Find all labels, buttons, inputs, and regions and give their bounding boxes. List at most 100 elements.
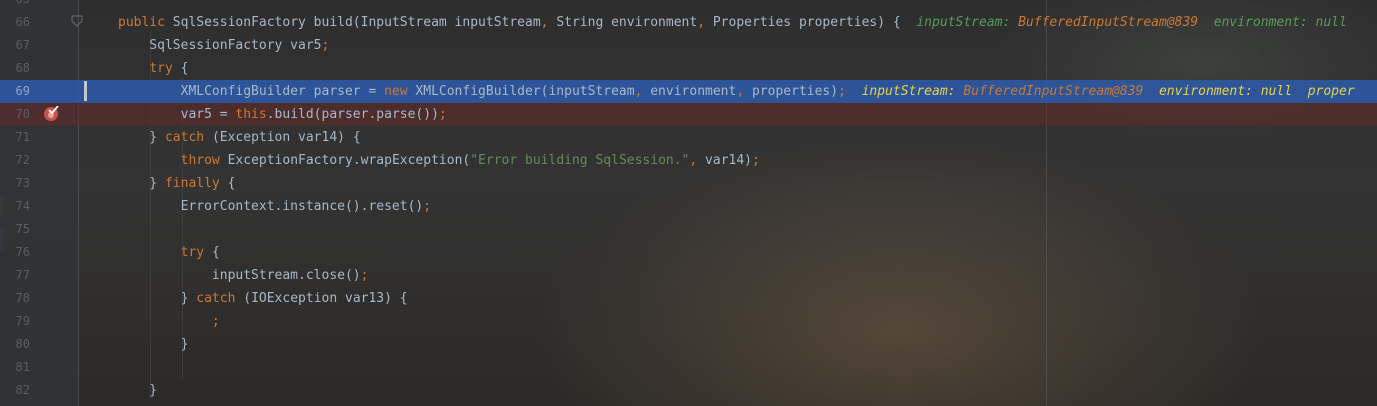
code-line[interactable]: 72 throw ExceptionFactory.wrapException(… <box>0 149 1377 172</box>
code-text[interactable]: } finally { <box>118 172 235 195</box>
line-number: 70 <box>15 107 30 121</box>
code-line[interactable]: 65 <box>0 0 1377 11</box>
inline-debug-value: inputStream: <box>861 84 964 99</box>
code-token: XMLConfigBuilder(inputStream <box>415 84 635 99</box>
code-line[interactable]: 74 ErrorContext.instance().reset(); <box>0 195 1377 218</box>
code-text[interactable]: try { <box>118 241 220 264</box>
code-token: ErrorContext.instance().reset() <box>118 199 424 214</box>
execution-point-marker <box>84 81 87 101</box>
code-token: Properties properties) { <box>712 15 917 30</box>
code-line[interactable]: 68 try { <box>0 57 1377 80</box>
code-token: catch <box>164 130 212 145</box>
code-text[interactable]: } <box>118 379 157 402</box>
code-text[interactable]: throw ExceptionFactory.wrapException("Er… <box>118 149 760 172</box>
line-number: 66 <box>15 15 30 29</box>
code-line[interactable]: 66 public SqlSessionFactory build(InputSt… <box>0 11 1377 34</box>
inline-debug-value: environment: null proper <box>1143 84 1355 99</box>
code-token: this <box>235 107 267 122</box>
inline-debug-value: inputStream: <box>916 15 1019 30</box>
code-token: , <box>697 15 713 30</box>
line-number: 77 <box>15 268 30 282</box>
code-text[interactable]: public SqlSessionFactory build(InputStre… <box>118 11 1347 34</box>
code-token: } <box>118 337 189 352</box>
code-token: catch <box>196 291 244 306</box>
line-number: 81 <box>15 360 30 374</box>
code-token: var14) <box>705 153 753 168</box>
line-number: 80 <box>15 337 30 351</box>
line-number: 68 <box>15 61 30 75</box>
line-number: 74 <box>15 199 30 213</box>
breakpoint-line[interactable]: 70 var5 = this.build(parser.parse()); <box>0 103 1377 126</box>
code-token: { <box>211 245 220 260</box>
fold-marker-icon[interactable] <box>71 15 83 27</box>
code-token: environment <box>650 84 737 99</box>
code-token: , <box>540 15 557 30</box>
code-token: (IOException var13) { <box>243 291 408 306</box>
code-token: } <box>118 130 165 145</box>
inline-debug-value: environment: null <box>1198 15 1347 30</box>
code-token: .build(parser.parse()) <box>266 107 439 122</box>
current-execution-line[interactable]: 69 XMLConfigBuilder parser = new XMLConf… <box>0 80 1377 103</box>
code-token: ; <box>321 38 330 53</box>
code-line[interactable]: 78 } catch (IOException var13) { <box>0 287 1377 310</box>
line-number: 76 <box>15 245 30 259</box>
code-text[interactable]: } catch (Exception var14) { <box>118 126 361 149</box>
code-token: ExceptionFactory.wrapException( <box>227 153 471 168</box>
line-number: 72 <box>15 153 30 167</box>
code-token: "Error building SqlSession." <box>470 153 690 168</box>
code-text[interactable]: ; <box>118 310 220 333</box>
code-line[interactable]: 76 try { <box>0 241 1377 264</box>
code-token: (Exception var14) { <box>211 130 361 145</box>
code-line[interactable]: 81 <box>0 356 1377 379</box>
code-text[interactable]: } catch (IOException var13) { <box>118 287 408 310</box>
breakpoint-check-icon[interactable] <box>43 106 59 122</box>
code-token: try <box>149 61 181 76</box>
code-line[interactable]: 80 } <box>0 333 1377 356</box>
code-token: , <box>689 153 706 168</box>
code-line[interactable]: 67 SqlSessionFactory var5; <box>0 34 1377 57</box>
line-number: 67 <box>15 38 30 52</box>
code-token: String environment <box>556 15 698 30</box>
code-token: properties) <box>751 84 839 99</box>
code-line[interactable]: 71 } catch (Exception var14) { <box>0 126 1377 149</box>
code-token: { <box>180 61 189 76</box>
line-number: 69 <box>15 84 30 98</box>
line-number: 71 <box>15 130 30 144</box>
code-token: SqlSessionFactory var5 <box>118 38 322 53</box>
code-text[interactable]: try { <box>118 57 188 80</box>
line-number: 65 <box>0 0 30 11</box>
code-token: ; <box>423 199 432 214</box>
line-number: 78 <box>15 291 30 305</box>
code-token: throw <box>180 153 228 168</box>
code-token: new <box>384 84 416 99</box>
code-token: finally <box>164 176 228 191</box>
code-token: } <box>118 383 158 398</box>
code-token: SqlSessionFactory build(InputStream inpu… <box>172 15 541 30</box>
code-text[interactable]: var5 = this.build(parser.parse()); <box>118 103 447 126</box>
code-token: inputStream.close() <box>118 268 361 283</box>
code-line[interactable]: 82 } <box>0 379 1377 402</box>
code-line[interactable]: 77 inputStream.close(); <box>0 264 1377 287</box>
code-token: { <box>227 176 236 191</box>
code-text[interactable]: } <box>118 333 189 356</box>
code-token: ; <box>438 107 447 122</box>
code-line[interactable]: 79 ; <box>0 310 1377 333</box>
code-token: , <box>634 84 651 99</box>
code-token: XMLConfigBuilder parser = <box>118 84 385 99</box>
code-text[interactable]: inputStream.close(); <box>118 264 369 287</box>
code-text[interactable]: SqlSessionFactory var5; <box>118 34 329 57</box>
code-token: } <box>118 291 197 306</box>
inline-debug-value: BufferedInputStream@839 <box>1018 15 1199 30</box>
code-text[interactable]: XMLConfigBuilder parser = new XMLConfigB… <box>118 80 1355 103</box>
line-number: 75 <box>15 222 30 236</box>
code-text[interactable]: ErrorContext.instance().reset(); <box>118 195 431 218</box>
code-token: ; <box>838 84 862 99</box>
code-token: ; <box>360 268 369 283</box>
code-line[interactable]: 73 } finally { <box>0 172 1377 195</box>
code-token: var5 = <box>118 107 236 122</box>
line-number: 79 <box>15 314 30 328</box>
code-token: try <box>180 245 212 260</box>
code-line[interactable]: 75 <box>0 218 1377 241</box>
